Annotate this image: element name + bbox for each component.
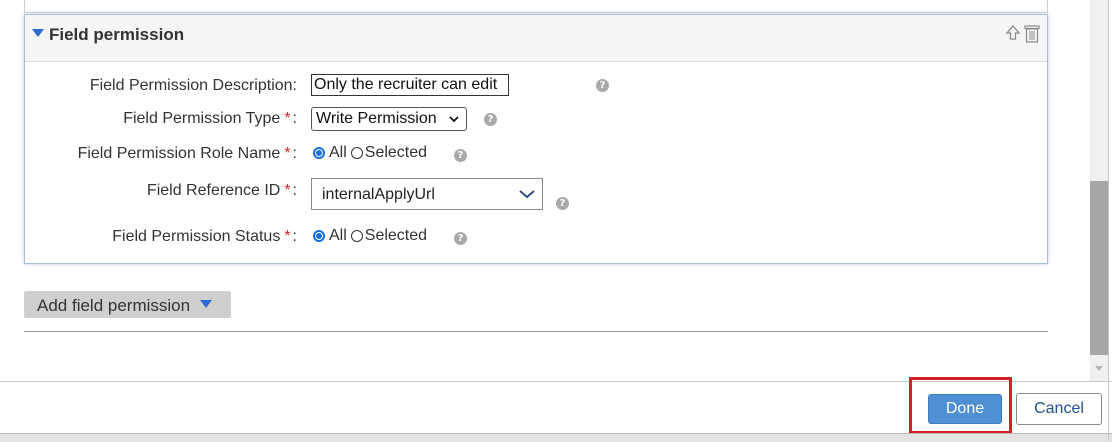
help-icon[interactable]: ? [454, 232, 467, 245]
description-input[interactable]: Only the recruiter can edit [311, 74, 509, 96]
add-field-permission-button[interactable]: Add field permission [24, 291, 231, 318]
role-radio-all[interactable] [313, 147, 325, 159]
vertical-scrollbar[interactable] [1090, 0, 1108, 381]
move-up-icon[interactable] [1005, 24, 1021, 44]
status-option-selected-label: Selected [364, 227, 428, 244]
reference-combobox[interactable]: internalApplyUrl [311, 178, 543, 210]
help-icon[interactable]: ? [596, 79, 609, 92]
dialog-scroll-area: Field permission Field Permission Descri… [0, 0, 1112, 381]
dialog-footer: Done Cancel [0, 377, 1112, 434]
type-row: Field Permission Type *: Write Permission… [25, 106, 1047, 132]
role-radio-group: All Selected [313, 144, 427, 162]
type-select[interactable]: Write Permission [311, 107, 467, 131]
scrollbar-thumb[interactable] [1090, 181, 1108, 355]
previous-panel-edge [24, 0, 1048, 13]
role-radio-selected[interactable] [350, 147, 363, 159]
highlight-box [909, 377, 1012, 434]
role-label: Field Permission Role Name *: [77, 145, 297, 162]
window-right-border [1108, 0, 1109, 441]
status-row: Field Permission Status *: All Selected ? [25, 224, 1047, 250]
dropdown-triangle-icon [200, 300, 212, 308]
role-option-selected-label: Selected [364, 144, 428, 161]
status-radio-group: All Selected [313, 227, 427, 245]
reference-row: Field Reference ID *: internalApplyUrl ? [25, 178, 1047, 210]
type-label: Field Permission Type *: [123, 110, 297, 127]
delete-icon[interactable] [1023, 24, 1041, 44]
description-label: Field Permission Description: [89, 77, 297, 94]
collapse-triangle-icon[interactable] [32, 29, 44, 37]
scroll-down-arrow-icon[interactable] [1095, 366, 1103, 371]
help-icon[interactable]: ? [454, 149, 467, 162]
description-row: Field Permission Description: Only the r… [25, 73, 1047, 99]
panel-header[interactable]: Field permission [25, 15, 1047, 62]
panel-title: Field permission [49, 25, 185, 44]
status-radio-selected[interactable] [350, 230, 363, 242]
reference-value: internalApplyUrl [322, 186, 435, 203]
status-label: Field Permission Status *: [112, 228, 297, 245]
role-row: Field Permission Role Name *: All Selecte… [25, 141, 1047, 167]
section-divider [24, 331, 1048, 332]
reference-label: Field Reference ID *: [146, 182, 297, 199]
status-radio-all[interactable] [313, 230, 325, 242]
chevron-down-icon[interactable] [512, 179, 542, 209]
role-option-all-label: All [329, 144, 347, 161]
help-icon[interactable]: ? [484, 113, 497, 126]
chevron-down-icon [448, 111, 460, 133]
help-icon[interactable]: ? [556, 197, 569, 210]
add-field-permission-label: Add field permission [37, 296, 191, 315]
field-permission-panel: Field permission Field Permission Descri… [24, 14, 1048, 264]
status-option-all-label: All [329, 227, 347, 244]
cancel-button[interactable]: Cancel [1016, 393, 1102, 425]
